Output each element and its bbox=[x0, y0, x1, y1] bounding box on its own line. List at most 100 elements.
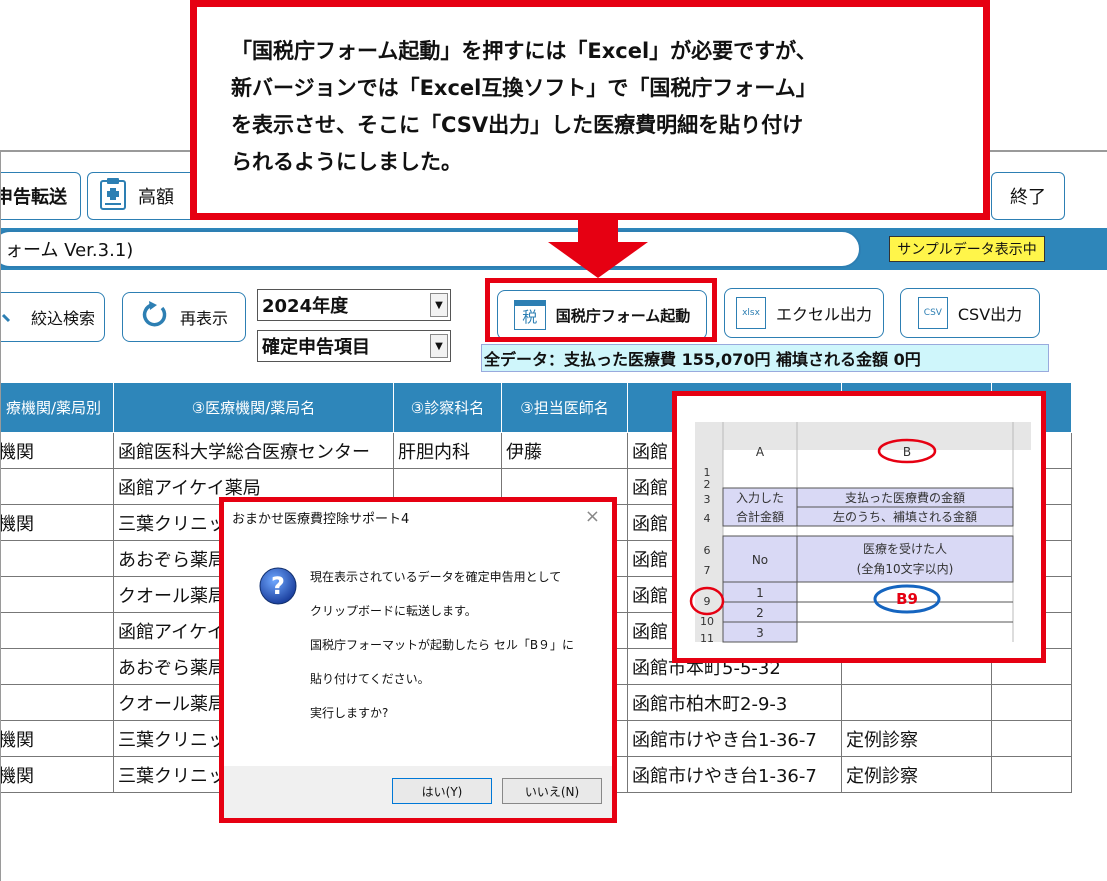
clipboard-medical-icon bbox=[96, 177, 130, 216]
callout-line: 新バージョンでは「Excel互換ソフト」で「国税庁フォーム」 bbox=[231, 76, 817, 100]
dialog-message-line: 実行しますか? bbox=[310, 706, 389, 720]
excel-col-b: B bbox=[903, 445, 911, 459]
table-cell[interactable]: 伊藤 bbox=[501, 432, 628, 469]
table-cell[interactable]: 函館市けやき台1-36-7 bbox=[627, 720, 842, 757]
kougaku-button[interactable]: 高額 bbox=[87, 172, 207, 220]
dialog-message-line: 国税庁フォーマットが起動したら セル「B９」に bbox=[310, 638, 575, 652]
exit-label: 終了 bbox=[1010, 187, 1046, 208]
svg-text:?: ? bbox=[271, 572, 285, 600]
csv-export-button[interactable]: CSV CSV出力 bbox=[900, 288, 1040, 338]
dialog-footer: はい(Y) いいえ(N) bbox=[224, 766, 612, 818]
csv-file-icon: CSV bbox=[917, 297, 948, 329]
excel-preview-inset: A B 1 2 3 4 6 7 9 10 11 入力した 合計金額 支払った医療… bbox=[672, 391, 1046, 663]
refresh-button[interactable]: 再表示 bbox=[122, 292, 246, 342]
excel-row-num: 3 bbox=[704, 493, 711, 506]
excel-cell: 1 bbox=[756, 586, 764, 600]
totals-text: 全データ：支払った医療費 155,070円 補填される金額 0円 bbox=[484, 350, 921, 369]
table-cell[interactable]: 函館市けやき台1-36-7 bbox=[627, 756, 842, 793]
excel-cell: 入力した bbox=[736, 491, 784, 505]
table-cell[interactable]: 肝胆内科 bbox=[393, 432, 502, 469]
excel-cell: 左のうち、補填される金額 bbox=[833, 509, 977, 524]
xlsx-file-icon: xlsx bbox=[735, 297, 766, 329]
chevron-down-icon[interactable]: ▼ bbox=[430, 293, 448, 317]
filter-search-button[interactable]: 絞込検索 bbox=[1, 292, 105, 342]
question-icon: ? bbox=[258, 566, 298, 610]
category-select[interactable]: 確定申告項目 ▼ bbox=[257, 330, 451, 362]
sample-data-label: サンプルデータ表示中 bbox=[897, 242, 1037, 258]
excel-col-a: A bbox=[756, 445, 765, 459]
excel-row-num: 10 bbox=[700, 615, 714, 628]
column-header[interactable]: ③医療機関/薬局名 bbox=[113, 382, 394, 433]
column-header[interactable]: 療機関/薬局別 bbox=[1, 382, 114, 433]
refresh-icon bbox=[140, 300, 170, 334]
excel-cell: 医療を受けた人 bbox=[863, 542, 947, 556]
refresh-label: 再表示 bbox=[179, 309, 228, 328]
table-cell[interactable]: 機関 bbox=[1, 720, 114, 757]
table-cell[interactable]: 定例診察 bbox=[841, 756, 992, 793]
dialog-message-line: 貼り付けてください。 bbox=[310, 672, 430, 686]
dialog-body: ? 現在表示されているデータを確定申告用として クリップボードに転送します。 国… bbox=[224, 532, 612, 768]
confirm-dialog: おまかせ医療費控除サポート4 × ? 現在表示されているデータを確定申告用として… bbox=[219, 497, 617, 823]
table-cell[interactable]: 機関 bbox=[1, 432, 114, 469]
excel-export-label: エクセル出力 bbox=[775, 305, 872, 324]
shinkoku-transfer-button[interactable]: 申告転送 bbox=[0, 172, 81, 220]
excel-target-cell: B9 bbox=[896, 590, 918, 608]
dialog-message-line: 現在表示されているデータを確定申告用として bbox=[310, 570, 562, 584]
excel-cell: 合計金額 bbox=[736, 509, 784, 524]
app-title-text: ォーム Ver.3.1) bbox=[5, 240, 134, 261]
column-header[interactable]: ③担当医師名 bbox=[501, 382, 628, 433]
excel-row-num: 4 bbox=[704, 512, 711, 525]
table-cell[interactable] bbox=[1, 612, 114, 649]
totals-summary: 全データ：支払った医療費 155,070円 補填される金額 0円 bbox=[481, 344, 1049, 372]
table-cell[interactable] bbox=[991, 684, 1072, 721]
table-cell[interactable]: 機関 bbox=[1, 756, 114, 793]
kougaku-label: 高額 bbox=[138, 187, 174, 208]
dialog-message-line: クリップボードに転送します。 bbox=[310, 604, 477, 618]
excel-row-num: 11 bbox=[700, 632, 714, 645]
excel-cell: No bbox=[752, 553, 768, 567]
excel-row-num: 7 bbox=[704, 564, 711, 577]
excel-cell: (全角10文字以内) bbox=[857, 561, 954, 576]
shinkoku-transfer-label: 申告転送 bbox=[0, 187, 67, 208]
callout-line: られるようにしました。 bbox=[231, 150, 462, 174]
table-cell[interactable]: 函館医科大学総合医療センター bbox=[113, 432, 394, 469]
callout-line: 「国税庁フォーム起動」を押すには「Excel」が必要ですが、 bbox=[231, 39, 817, 63]
filter-search-label: 絞込検索 bbox=[30, 309, 95, 328]
callout-line: を表示させ、そこに「CSV出力」した医療費明細を貼り付け bbox=[231, 113, 804, 137]
excel-export-button[interactable]: xlsx エクセル出力 bbox=[724, 288, 884, 338]
excel-row-num: 2 bbox=[704, 478, 711, 491]
table-cell[interactable]: 機関 bbox=[1, 504, 114, 541]
spreadsheet-preview: A B 1 2 3 4 6 7 9 10 11 入力した 合計金額 支払った医療… bbox=[689, 422, 1031, 645]
excel-row-num: 9 bbox=[704, 595, 711, 608]
table-cell[interactable] bbox=[1, 468, 114, 505]
table-cell[interactable]: 定例診察 bbox=[841, 720, 992, 757]
nta-button-highlight bbox=[485, 278, 717, 342]
yes-button[interactable]: はい(Y) bbox=[392, 778, 492, 804]
table-cell[interactable] bbox=[1, 540, 114, 577]
csv-export-label: CSV出力 bbox=[957, 305, 1023, 324]
table-cell[interactable] bbox=[1, 576, 114, 613]
category-select-value: 確定申告項目 bbox=[262, 337, 370, 358]
search-icon bbox=[1, 305, 21, 329]
excel-cell: 3 bbox=[756, 626, 764, 640]
arrow-down-icon bbox=[548, 220, 648, 278]
no-button[interactable]: いいえ(N) bbox=[502, 778, 602, 804]
excel-cell: 支払った医療費の金額 bbox=[845, 490, 965, 505]
table-cell[interactable] bbox=[841, 684, 992, 721]
dialog-title: おまかせ医療費控除サポート4 bbox=[224, 502, 612, 532]
excel-row-num: 6 bbox=[704, 544, 711, 557]
year-select[interactable]: 2024年度 ▼ bbox=[257, 289, 451, 321]
table-cell[interactable] bbox=[991, 720, 1072, 757]
exit-button[interactable]: 終了 bbox=[991, 172, 1065, 220]
app-title: ォーム Ver.3.1) bbox=[1, 230, 861, 268]
table-cell[interactable] bbox=[991, 756, 1072, 793]
table-cell[interactable] bbox=[1, 684, 114, 721]
dialog-title-text: おまかせ医療費控除サポート4 bbox=[232, 511, 410, 527]
chevron-down-icon[interactable]: ▼ bbox=[430, 334, 448, 358]
column-header[interactable]: ③診察科名 bbox=[393, 382, 502, 433]
table-cell[interactable]: 函館市柏木町2-9-3 bbox=[627, 684, 842, 721]
year-select-value: 2024年度 bbox=[262, 296, 349, 317]
close-icon[interactable]: × bbox=[585, 506, 600, 527]
explanation-callout: 「国税庁フォーム起動」を押すには「Excel」が必要ですが、 新バージョンでは「… bbox=[190, 0, 990, 220]
table-cell[interactable] bbox=[1, 648, 114, 685]
